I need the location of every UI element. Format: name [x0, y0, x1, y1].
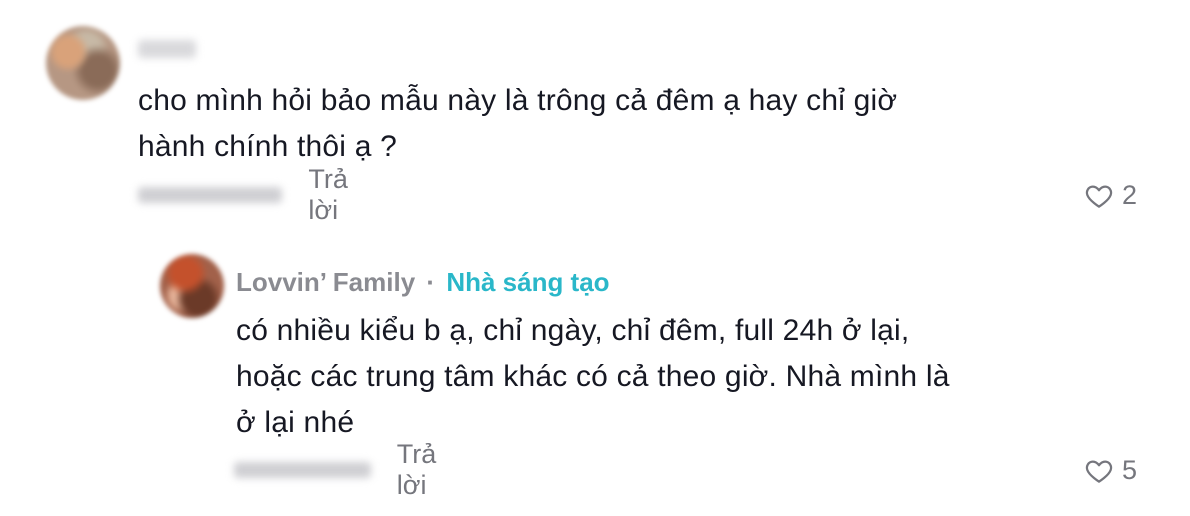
creator-badge: Nhà sáng tạo [446, 267, 610, 297]
avatar[interactable] [160, 254, 224, 318]
reply-meta: Trả lời [234, 439, 462, 500]
reply-author-row: Lovvin’ Family · Nhà sáng tạo [236, 264, 610, 300]
avatar[interactable] [46, 26, 120, 100]
comment-text-line: hành chính thôi ạ ? [138, 130, 398, 163]
reply-text-line: hoặc các trung tâm khác có cả theo giờ. … [236, 360, 950, 393]
comment-meta: Trả lời [138, 164, 374, 225]
heart-outline-icon [1084, 456, 1114, 486]
reply-text-line: ở lại nhé [236, 406, 355, 439]
comment-text: cho mình hỏi bảo mẫu này là trông cả đêm… [138, 78, 1038, 170]
like-button[interactable]: 2 [1084, 180, 1137, 211]
date-redacted [138, 187, 283, 203]
username-redacted[interactable] [138, 40, 196, 58]
reply-text: có nhiều kiểu b ạ, chỉ ngày, chỉ đêm, fu… [236, 308, 1056, 446]
reply-text-line: có nhiều kiểu b ạ, chỉ ngày, chỉ đêm, fu… [236, 314, 910, 347]
author-name[interactable]: Lovvin’ Family [236, 267, 415, 297]
like-button[interactable]: 5 [1084, 455, 1137, 486]
comment-text-line: cho mình hỏi bảo mẫu này là trông cả đêm… [138, 84, 898, 117]
reply-button[interactable]: Trả lời [308, 164, 373, 226]
reply-button[interactable]: Trả lời [397, 439, 462, 501]
like-count: 2 [1122, 180, 1138, 210]
date-redacted [234, 462, 371, 478]
like-count: 5 [1122, 455, 1138, 485]
separator-dot: · [426, 267, 436, 297]
heart-outline-icon [1084, 181, 1114, 211]
